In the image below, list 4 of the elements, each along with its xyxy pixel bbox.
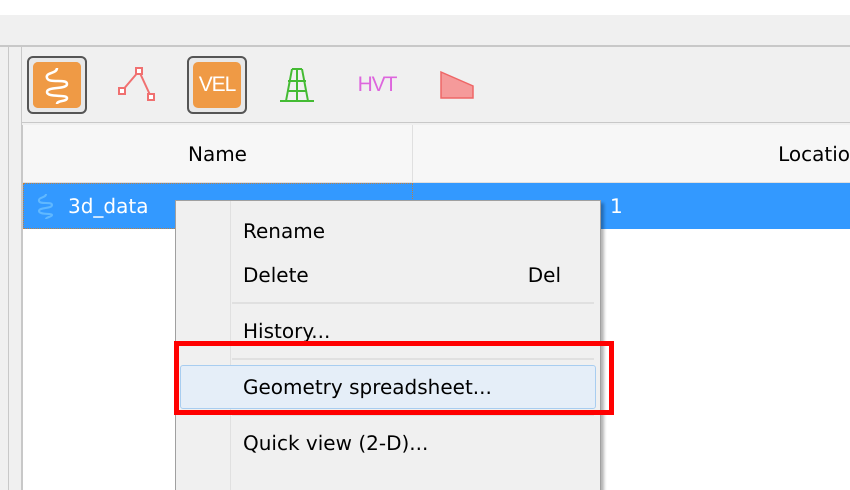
tool-label: HVT xyxy=(358,74,396,95)
tool-label: VEL xyxy=(198,74,236,95)
table-cell-text: 3d_data xyxy=(68,193,148,220)
table-cell-text: 1 xyxy=(609,193,623,220)
